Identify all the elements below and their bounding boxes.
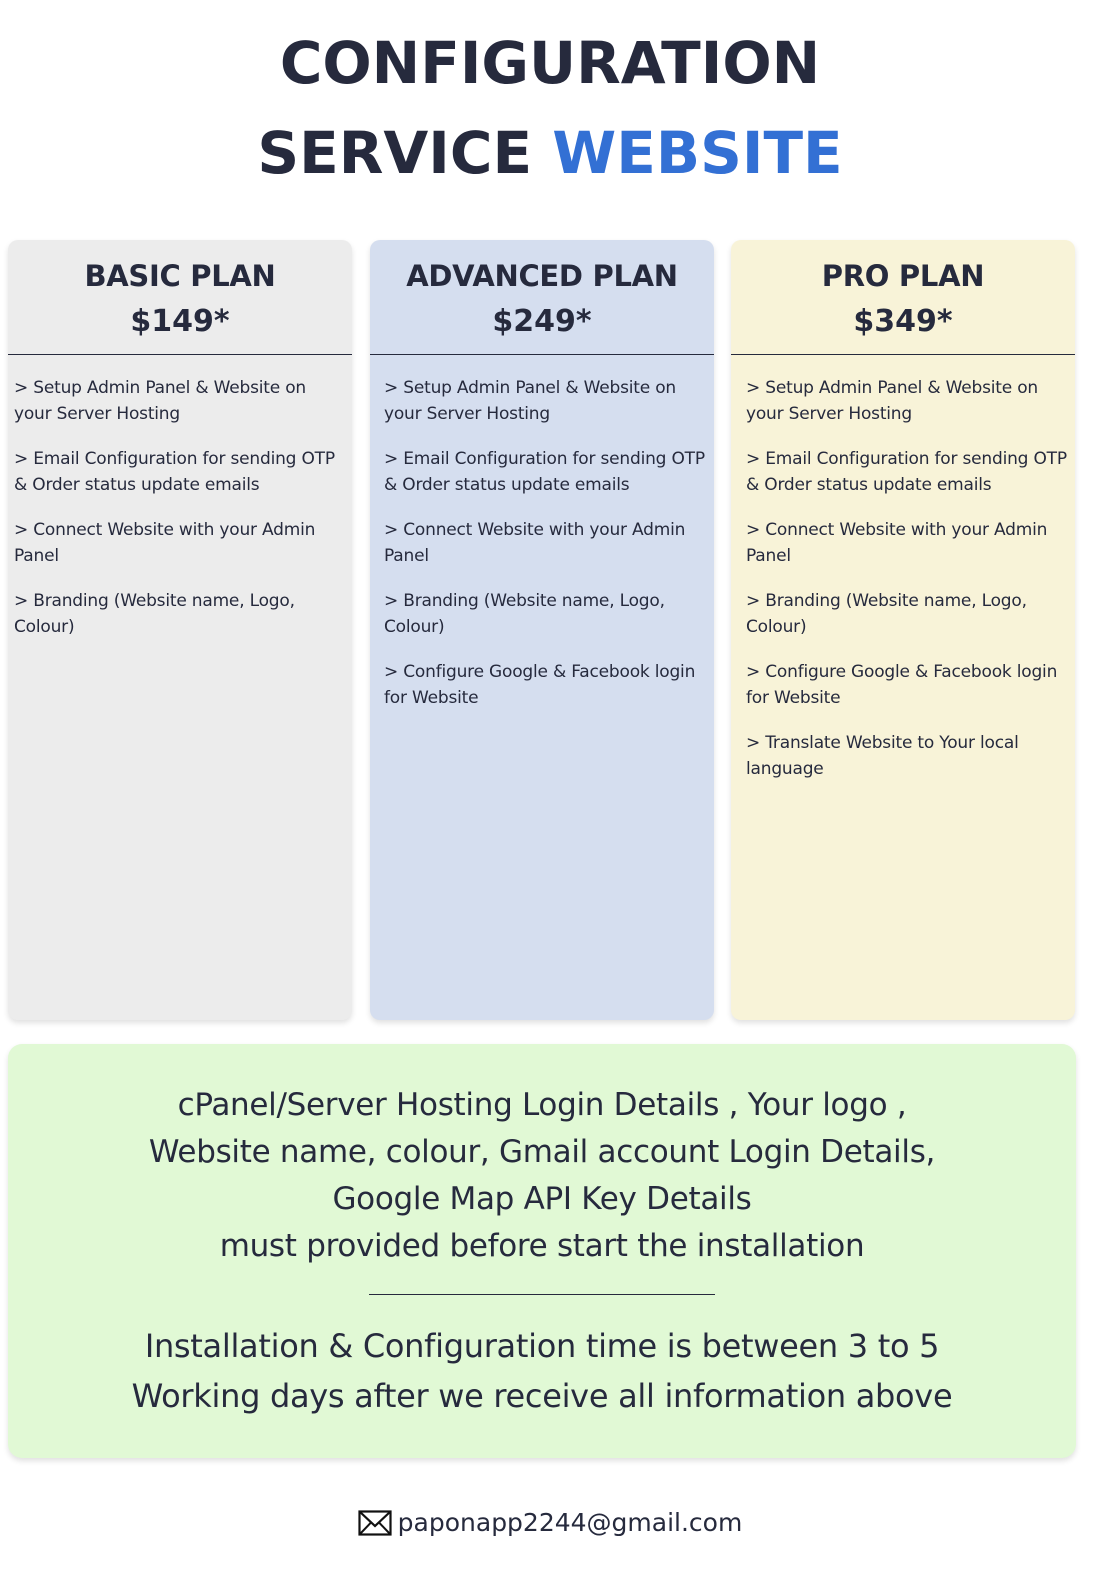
feature-item: > Connect Website with your Admin Panel	[384, 520, 686, 566]
plan-header: BASIC PLAN $149*	[8, 240, 352, 355]
feature-item: > Email Configuration for sending OTP & …	[746, 449, 1067, 495]
feature-item: > Setup Admin Panel & Website on your Se…	[746, 378, 1038, 424]
title-service: SERVICE	[257, 119, 533, 187]
plan-card-pro: PRO PLAN $349* > Setup Admin Panel & Web…	[731, 240, 1075, 1020]
time-line: Working days after we receive all inform…	[131, 1377, 953, 1415]
plan-header: ADVANCED PLAN $249*	[370, 240, 714, 355]
feature-item: > Email Configuration for sending OTP & …	[14, 449, 335, 495]
plan-card-advanced: ADVANCED PLAN $249* > Setup Admin Panel …	[370, 240, 714, 1020]
plan-name: ADVANCED PLAN	[406, 259, 678, 293]
contact: paponapp2244@gmail.com	[0, 1506, 1100, 1545]
page-title-line2: SERVICE WEBSITE	[0, 124, 1100, 182]
plan-price: $249*	[492, 304, 592, 339]
feature-item: > Setup Admin Panel & Website on your Se…	[384, 378, 676, 424]
feature-item: > Translate Website to Your local langua…	[746, 733, 1019, 779]
installation-time-text: Installation & Configuration time is bet…	[8, 1295, 1076, 1421]
requirement-line: Website name, colour, Gmail account Logi…	[148, 1134, 936, 1170]
feature-item: > Setup Admin Panel & Website on your Se…	[14, 378, 306, 424]
contact-email[interactable]: paponapp2244@gmail.com	[398, 1508, 743, 1537]
requirement-line: must provided before start the installat…	[219, 1228, 865, 1264]
feature-list: > Setup Admin Panel & Website on your Se…	[731, 355, 1075, 782]
feature-item: > Branding (Website name, Logo, Colour)	[384, 591, 665, 637]
page-title-line1: CONFIGURATION	[0, 34, 1100, 92]
time-line: Installation & Configuration time is bet…	[144, 1327, 940, 1365]
feature-list: > Setup Admin Panel & Website on your Se…	[8, 355, 352, 640]
title-website: WEBSITE	[552, 119, 843, 187]
plan-card-basic: BASIC PLAN $149* > Setup Admin Panel & W…	[8, 240, 352, 1020]
feature-item: > Configure Google & Facebook login for …	[746, 662, 1058, 708]
plan-price: $349*	[853, 304, 953, 339]
requirement-line: Google Map API Key Details	[332, 1181, 752, 1217]
feature-item: > Branding (Website name, Logo, Colour)	[14, 591, 295, 637]
feature-item: > Connect Website with your Admin Panel	[14, 520, 316, 566]
feature-item: > Branding (Website name, Logo, Colour)	[746, 591, 1027, 637]
feature-item: > Configure Google & Facebook login for …	[384, 662, 696, 708]
title-configuration: CONFIGURATION	[279, 29, 821, 97]
mail-icon	[358, 1510, 392, 1545]
requirement-line: cPanel/Server Hosting Login Details , Yo…	[177, 1087, 907, 1123]
plan-name: PRO PLAN	[821, 259, 985, 293]
feature-item: > Connect Website with your Admin Panel	[746, 520, 1048, 566]
feature-list: > Setup Admin Panel & Website on your Se…	[370, 355, 714, 711]
plan-price: $149*	[130, 304, 230, 339]
feature-item: > Email Configuration for sending OTP & …	[384, 449, 705, 495]
plan-header: PRO PLAN $349*	[731, 240, 1075, 355]
plan-name: BASIC PLAN	[84, 259, 276, 293]
requirements-box: cPanel/Server Hosting Login Details , Yo…	[8, 1044, 1076, 1458]
requirements-text: cPanel/Server Hosting Login Details , Yo…	[8, 1044, 1076, 1270]
